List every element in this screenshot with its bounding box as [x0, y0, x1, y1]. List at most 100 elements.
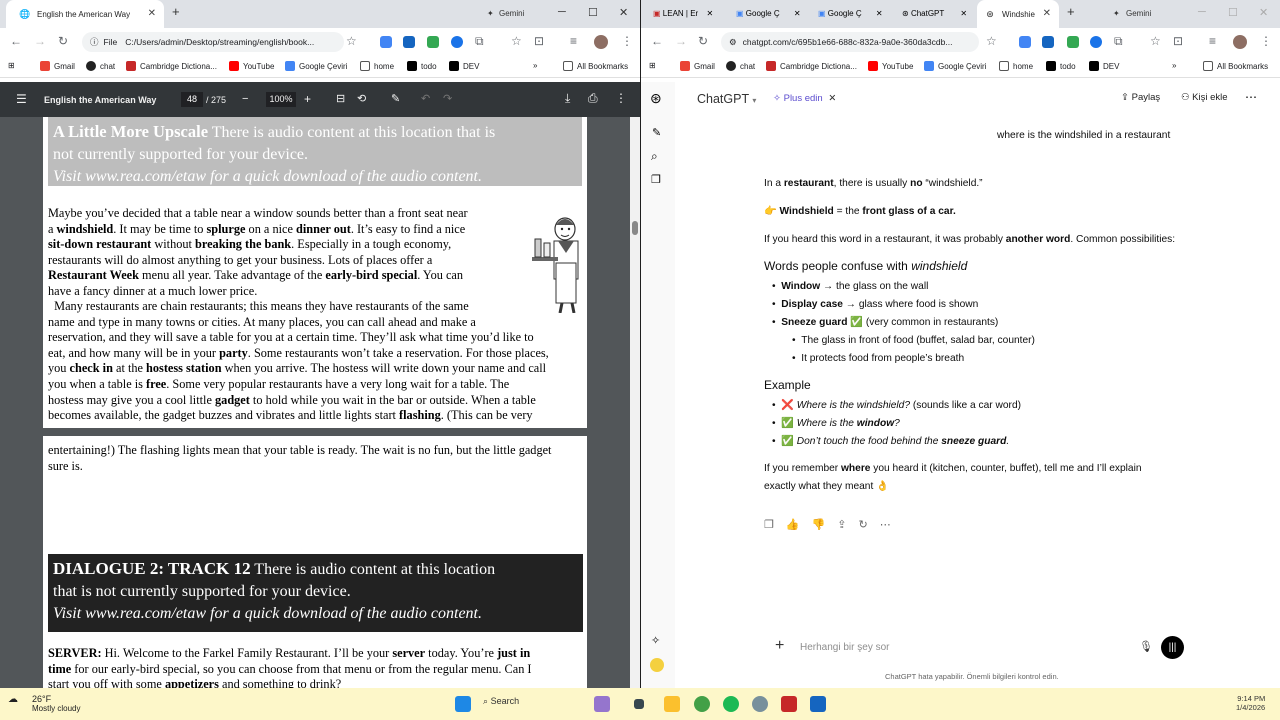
bookmark-todo[interactable]: todo: [1046, 61, 1076, 71]
gemini-label[interactable]: Gemini: [1126, 9, 1151, 18]
favorites-icon[interactable]: ☆: [511, 34, 522, 48]
avatar[interactable]: [594, 35, 608, 49]
bookmark-home[interactable]: home: [360, 61, 394, 71]
close-window-button[interactable]: ✕: [619, 6, 628, 19]
gemini-icon[interactable]: ✦: [487, 9, 494, 18]
bookmark-google-ceviri[interactable]: Google Çeviri: [924, 61, 986, 71]
notepad-icon[interactable]: [810, 696, 826, 712]
menu-kebab-icon[interactable]: ⋮: [1260, 34, 1272, 48]
minimize-button[interactable]: ─: [558, 6, 566, 18]
copy-icon[interactable]: ❐: [764, 519, 786, 531]
annotate-icon[interactable]: ✎: [391, 92, 400, 105]
page-number-input[interactable]: 48: [181, 92, 203, 107]
back-icon[interactable]: ←: [651, 34, 663, 48]
thumbs-down-icon[interactable]: 👎: [812, 519, 838, 531]
bookmark-gmail[interactable]: Gmail: [40, 61, 75, 71]
close-icon[interactable]: ✕: [828, 93, 836, 104]
rotate-icon[interactable]: ⟲: [357, 92, 366, 105]
plus-attach-icon[interactable]: +: [775, 637, 784, 655]
download-icon[interactable]: ⤓: [565, 91, 570, 106]
bookmark-youtube[interactable]: YouTube: [868, 61, 913, 71]
pdf-viewport[interactable]: A Little More Upscale There is audio con…: [0, 117, 640, 688]
plus-upgrade-badge[interactable]: ✧ Plus edin ✕: [773, 93, 836, 104]
tab-search-icon[interactable]: ⊡: [1173, 34, 1183, 48]
maximize-button[interactable]: ☐: [588, 6, 598, 19]
extension-icon-4[interactable]: [451, 36, 463, 48]
menu-kebab-icon[interactable]: ⋮: [621, 34, 633, 48]
search-icon[interactable]: ⌕: [651, 149, 658, 164]
share-icon[interactable]: ⇪: [837, 519, 858, 531]
scrollbar-thumb[interactable]: [632, 221, 638, 235]
forward-icon[interactable]: →: [34, 34, 46, 48]
openai-logo-icon[interactable]: ⊛: [650, 90, 662, 107]
extensions-puzzle-icon[interactable]: ⧉: [475, 34, 484, 49]
zoom-out-icon[interactable]: −: [242, 93, 248, 105]
task-view-icon[interactable]: [634, 699, 644, 709]
extension-icon-3[interactable]: [427, 36, 439, 48]
extension-icon-2[interactable]: [1042, 36, 1054, 48]
share-button[interactable]: ⇪ Paylaş: [1121, 92, 1160, 103]
bookmark-home[interactable]: home: [999, 61, 1033, 71]
address-bar[interactable]: ⚙ chatgpt.com/c/695b1e66-688c-832a-9a0e-…: [721, 32, 979, 52]
extension-icon-1[interactable]: [1019, 36, 1031, 48]
voice-mode-button[interactable]: |||: [1161, 636, 1184, 659]
bookmark-google-ceviri[interactable]: Google Çeviri: [285, 61, 347, 71]
all-bookmarks[interactable]: All Bookmarks: [1203, 61, 1268, 71]
microphone-icon[interactable]: 🎙: [1139, 640, 1153, 653]
tab-lean[interactable]: ▣ LEAN | Er ✕: [653, 9, 713, 18]
model-selector[interactable]: ChatGPT ▾: [697, 92, 756, 106]
bookmark-dev[interactable]: DEV: [449, 61, 479, 71]
pdf-more-icon[interactable]: ⋮: [615, 91, 627, 105]
redo-icon[interactable]: ↷: [443, 92, 452, 105]
new-tab-button[interactable]: +: [172, 4, 180, 19]
apps-icon[interactable]: ⊞: [649, 61, 656, 70]
bookmark-star-icon[interactable]: ☆: [346, 34, 357, 48]
zoom-input[interactable]: 100%: [266, 92, 296, 107]
new-chat-icon[interactable]: ✎: [652, 126, 661, 139]
bookmark-cambridge[interactable]: Cambridge Dictiona...: [126, 61, 217, 71]
media-icon[interactable]: ≡: [1209, 34, 1216, 48]
bookmark-chat[interactable]: chat: [86, 61, 115, 71]
print-icon[interactable]: ⎙: [588, 91, 598, 106]
favorites-icon[interactable]: ☆: [1150, 34, 1161, 48]
reload-icon[interactable]: ↻: [698, 34, 708, 48]
thumbs-up-icon[interactable]: 👍: [786, 519, 812, 531]
gemini-icon[interactable]: ✦: [1113, 9, 1120, 18]
windows-start-icon[interactable]: [455, 696, 471, 712]
weather-widget[interactable]: ☁ 26°F Mostly cloudy: [8, 694, 80, 713]
close-window-button[interactable]: ✕: [1259, 6, 1268, 19]
chat-composer[interactable]: + Herhangi bir şey sor 🎙 |||: [765, 632, 1185, 664]
tab-windshield[interactable]: ⊛ Windshie ✕: [977, 0, 1059, 28]
bookmark-todo[interactable]: todo: [407, 61, 437, 71]
extension-icon-1[interactable]: [380, 36, 392, 48]
all-bookmarks[interactable]: All Bookmarks: [563, 61, 628, 71]
new-tab-button[interactable]: +: [1067, 4, 1075, 19]
tab-chatgpt[interactable]: ⊛ ChatGPT ✕: [902, 9, 967, 18]
bookmark-chat[interactable]: chat: [726, 61, 755, 71]
forward-icon[interactable]: →: [675, 34, 687, 48]
more-icon[interactable]: ⋯: [880, 519, 903, 531]
chrome-icon[interactable]: [694, 696, 710, 712]
library-icon[interactable]: ❐: [651, 173, 661, 186]
pdf-scrollbar[interactable]: [630, 117, 640, 688]
address-bar[interactable]: ⓘ File C:/Users/admin/Desktop/streaming/…: [82, 32, 344, 52]
spotify-icon[interactable]: [723, 696, 739, 712]
bookmark-star-icon[interactable]: ☆: [986, 34, 997, 48]
undo-icon[interactable]: ↶: [421, 92, 430, 105]
back-icon[interactable]: ←: [10, 34, 22, 48]
app-icon[interactable]: [781, 696, 797, 712]
more-bookmarks-icon[interactable]: »: [1172, 61, 1176, 70]
hamburger-menu-icon[interactable]: ☰: [16, 92, 27, 106]
bookmark-youtube[interactable]: YouTube: [229, 61, 274, 71]
media-icon[interactable]: ≡: [570, 34, 577, 48]
settings-icon[interactable]: [752, 696, 768, 712]
more-options-icon[interactable]: ⋯: [1245, 90, 1257, 104]
tab-close-icon[interactable]: ✕: [876, 9, 883, 18]
tab-close-icon[interactable]: ✕: [706, 9, 713, 18]
maximize-button[interactable]: ☐: [1228, 6, 1238, 19]
tab-close-icon[interactable]: ✕: [960, 9, 967, 18]
zoom-in-icon[interactable]: +: [304, 92, 311, 106]
tab-english-the-american-way[interactable]: 🌐 English the American Way ✕: [6, 0, 164, 28]
taskbar-search[interactable]: ⌕ Search: [483, 696, 588, 714]
bookmark-dev[interactable]: DEV: [1089, 61, 1119, 71]
